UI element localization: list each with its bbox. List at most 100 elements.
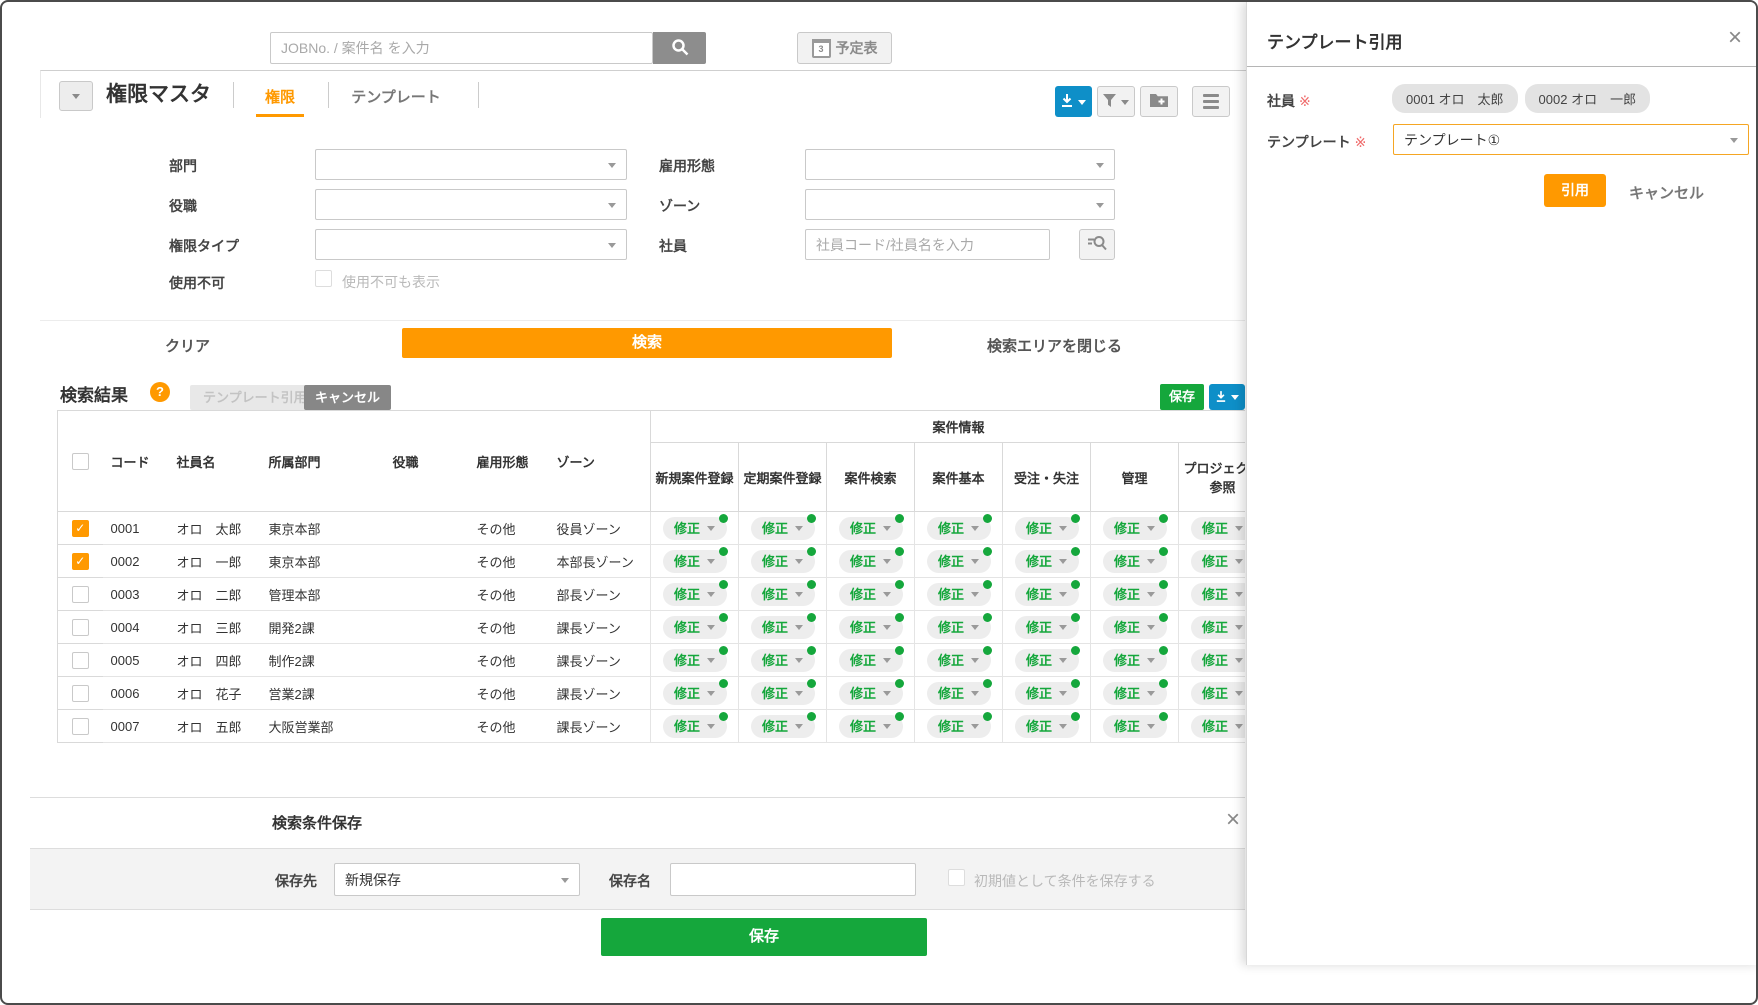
template-select[interactable]: テンプレート①	[1393, 124, 1749, 155]
perm-edit-dropdown[interactable]: 修正	[1191, 517, 1246, 540]
perm-edit-dropdown[interactable]: 修正	[1015, 616, 1079, 639]
help-icon[interactable]: ?	[150, 382, 170, 402]
perm-edit-dropdown[interactable]: 修正	[839, 715, 903, 738]
show-disabled-checkbox[interactable]	[315, 270, 332, 287]
save-conditions-button[interactable]: 保存	[601, 918, 927, 956]
perm-edit-dropdown[interactable]: 修正	[1191, 550, 1246, 573]
perm-edit-dropdown[interactable]: 修正	[663, 550, 727, 573]
perm-edit-dropdown[interactable]: 修正	[1015, 550, 1079, 573]
perm-edit-dropdown[interactable]: 修正	[663, 517, 727, 540]
row-checkbox[interactable]	[72, 718, 89, 735]
permission-type-select[interactable]	[315, 229, 627, 260]
perm-edit-dropdown[interactable]: 修正	[1191, 583, 1246, 606]
results-title: 検索結果	[60, 381, 128, 406]
row-checkbox[interactable]	[72, 553, 89, 570]
perm-edit-dropdown[interactable]: 修正	[1015, 517, 1079, 540]
clear-button[interactable]: クリア	[165, 335, 210, 356]
perm-edit-dropdown[interactable]: 修正	[839, 649, 903, 672]
perm-edit-dropdown[interactable]: 修正	[751, 517, 815, 540]
perm-edit-dropdown[interactable]: 修正	[1191, 682, 1246, 705]
perm-edit-dropdown[interactable]: 修正	[1103, 649, 1167, 672]
download-button[interactable]	[1055, 86, 1092, 117]
perm-edit-dropdown[interactable]: 修正	[1015, 715, 1079, 738]
perm-edit-dropdown[interactable]: 修正	[1103, 550, 1167, 573]
perm-edit-dropdown[interactable]: 修正	[751, 616, 815, 639]
menu-button[interactable]	[1192, 86, 1230, 117]
save-as-default-checkbox[interactable]	[948, 869, 965, 886]
perm-edit-dropdown[interactable]: 修正	[839, 517, 903, 540]
perm-edit-dropdown[interactable]: 修正	[927, 682, 991, 705]
employee-search-button[interactable]	[1079, 229, 1115, 260]
schedule-button-label: 予定表	[836, 38, 878, 58]
download-icon	[1061, 94, 1073, 110]
filter-button[interactable]	[1097, 86, 1135, 117]
row-checkbox[interactable]	[72, 586, 89, 603]
panel-cancel-button[interactable]: キャンセル	[1629, 182, 1704, 203]
row-checkbox[interactable]	[72, 520, 89, 537]
perm-edit-dropdown[interactable]: 修正	[839, 550, 903, 573]
employment-select[interactable]	[805, 149, 1115, 180]
tab-permission[interactable]: 権限	[256, 86, 304, 107]
apply-template-button[interactable]: 引用	[1544, 174, 1606, 207]
table-cell: 課長ゾーン	[549, 710, 651, 743]
search-button[interactable]	[653, 32, 706, 64]
perm-edit-dropdown[interactable]: 修正	[751, 649, 815, 672]
cancel-button[interactable]: キャンセル	[304, 385, 391, 410]
perm-edit-dropdown[interactable]: 修正	[927, 550, 991, 573]
download-results-button[interactable]	[1209, 384, 1245, 410]
select-all-checkbox[interactable]	[72, 453, 89, 470]
perm-edit-dropdown[interactable]: 修正	[751, 583, 815, 606]
tab-template[interactable]: テンプレート	[350, 86, 442, 107]
perm-edit-dropdown[interactable]: 修正	[1103, 517, 1167, 540]
close-icon[interactable]: ×	[1728, 26, 1742, 50]
perm-edit-dropdown[interactable]: 修正	[751, 715, 815, 738]
close-search-area-button[interactable]: 検索エリアを閉じる	[987, 335, 1122, 356]
save-name-input[interactable]	[670, 863, 916, 896]
perm-edit-dropdown[interactable]: 修正	[927, 649, 991, 672]
collapse-header-button[interactable]	[59, 81, 93, 111]
perm-edit-dropdown[interactable]: 修正	[1015, 583, 1079, 606]
zone-select[interactable]	[805, 189, 1115, 220]
perm-edit-dropdown[interactable]: 修正	[1191, 715, 1246, 738]
row-checkbox[interactable]	[72, 619, 89, 636]
perm-edit-dropdown[interactable]: 修正	[663, 649, 727, 672]
row-checkbox[interactable]	[72, 685, 89, 702]
perm-edit-dropdown[interactable]: 修正	[927, 616, 991, 639]
template-quote-button[interactable]: テンプレート引用	[190, 385, 320, 410]
perm-edit-dropdown[interactable]: 修正	[1191, 649, 1246, 672]
perm-edit-dropdown[interactable]: 修正	[839, 583, 903, 606]
perm-edit-dropdown[interactable]: 修正	[663, 682, 727, 705]
row-checkbox[interactable]	[72, 652, 89, 669]
schedule-button[interactable]: 3 予定表	[797, 32, 892, 64]
perm-edit-dropdown[interactable]: 修正	[927, 517, 991, 540]
perm-edit-dropdown[interactable]: 修正	[839, 682, 903, 705]
save-results-button[interactable]: 保存	[1160, 384, 1204, 410]
search-submit-button[interactable]: 検索	[402, 328, 892, 358]
table-cell: オロ 花子	[169, 677, 261, 710]
perm-edit-dropdown[interactable]: 修正	[839, 616, 903, 639]
perm-edit-dropdown[interactable]: 修正	[1103, 715, 1167, 738]
destination-select[interactable]: 新規保存	[334, 863, 580, 896]
chevron-down-icon	[795, 691, 803, 700]
perm-edit-dropdown[interactable]: 修正	[927, 583, 991, 606]
perm-edit-dropdown[interactable]: 修正	[751, 682, 815, 705]
position-select[interactable]	[315, 189, 627, 220]
employee-input[interactable]	[805, 229, 1050, 260]
perm-edit-dropdown[interactable]: 修正	[1015, 682, 1079, 705]
search-input[interactable]	[270, 32, 653, 64]
perm-edit-dropdown[interactable]: 修正	[751, 550, 815, 573]
perm-edit-dropdown[interactable]: 修正	[1015, 649, 1079, 672]
perm-edit-dropdown[interactable]: 修正	[1103, 616, 1167, 639]
perm-edit-dropdown[interactable]: 修正	[1191, 616, 1246, 639]
chevron-down-icon	[883, 625, 891, 634]
department-select[interactable]	[315, 149, 627, 180]
perm-edit-dropdown[interactable]: 修正	[663, 616, 727, 639]
perm-edit-dropdown[interactable]: 修正	[1103, 583, 1167, 606]
perm-edit-dropdown[interactable]: 修正	[663, 583, 727, 606]
column-header: ゾーン	[549, 411, 651, 512]
perm-edit-dropdown[interactable]: 修正	[927, 715, 991, 738]
perm-edit-dropdown[interactable]: 修正	[1103, 682, 1167, 705]
close-icon[interactable]: ×	[1226, 808, 1240, 832]
perm-edit-dropdown[interactable]: 修正	[663, 715, 727, 738]
add-folder-button[interactable]	[1140, 86, 1178, 117]
